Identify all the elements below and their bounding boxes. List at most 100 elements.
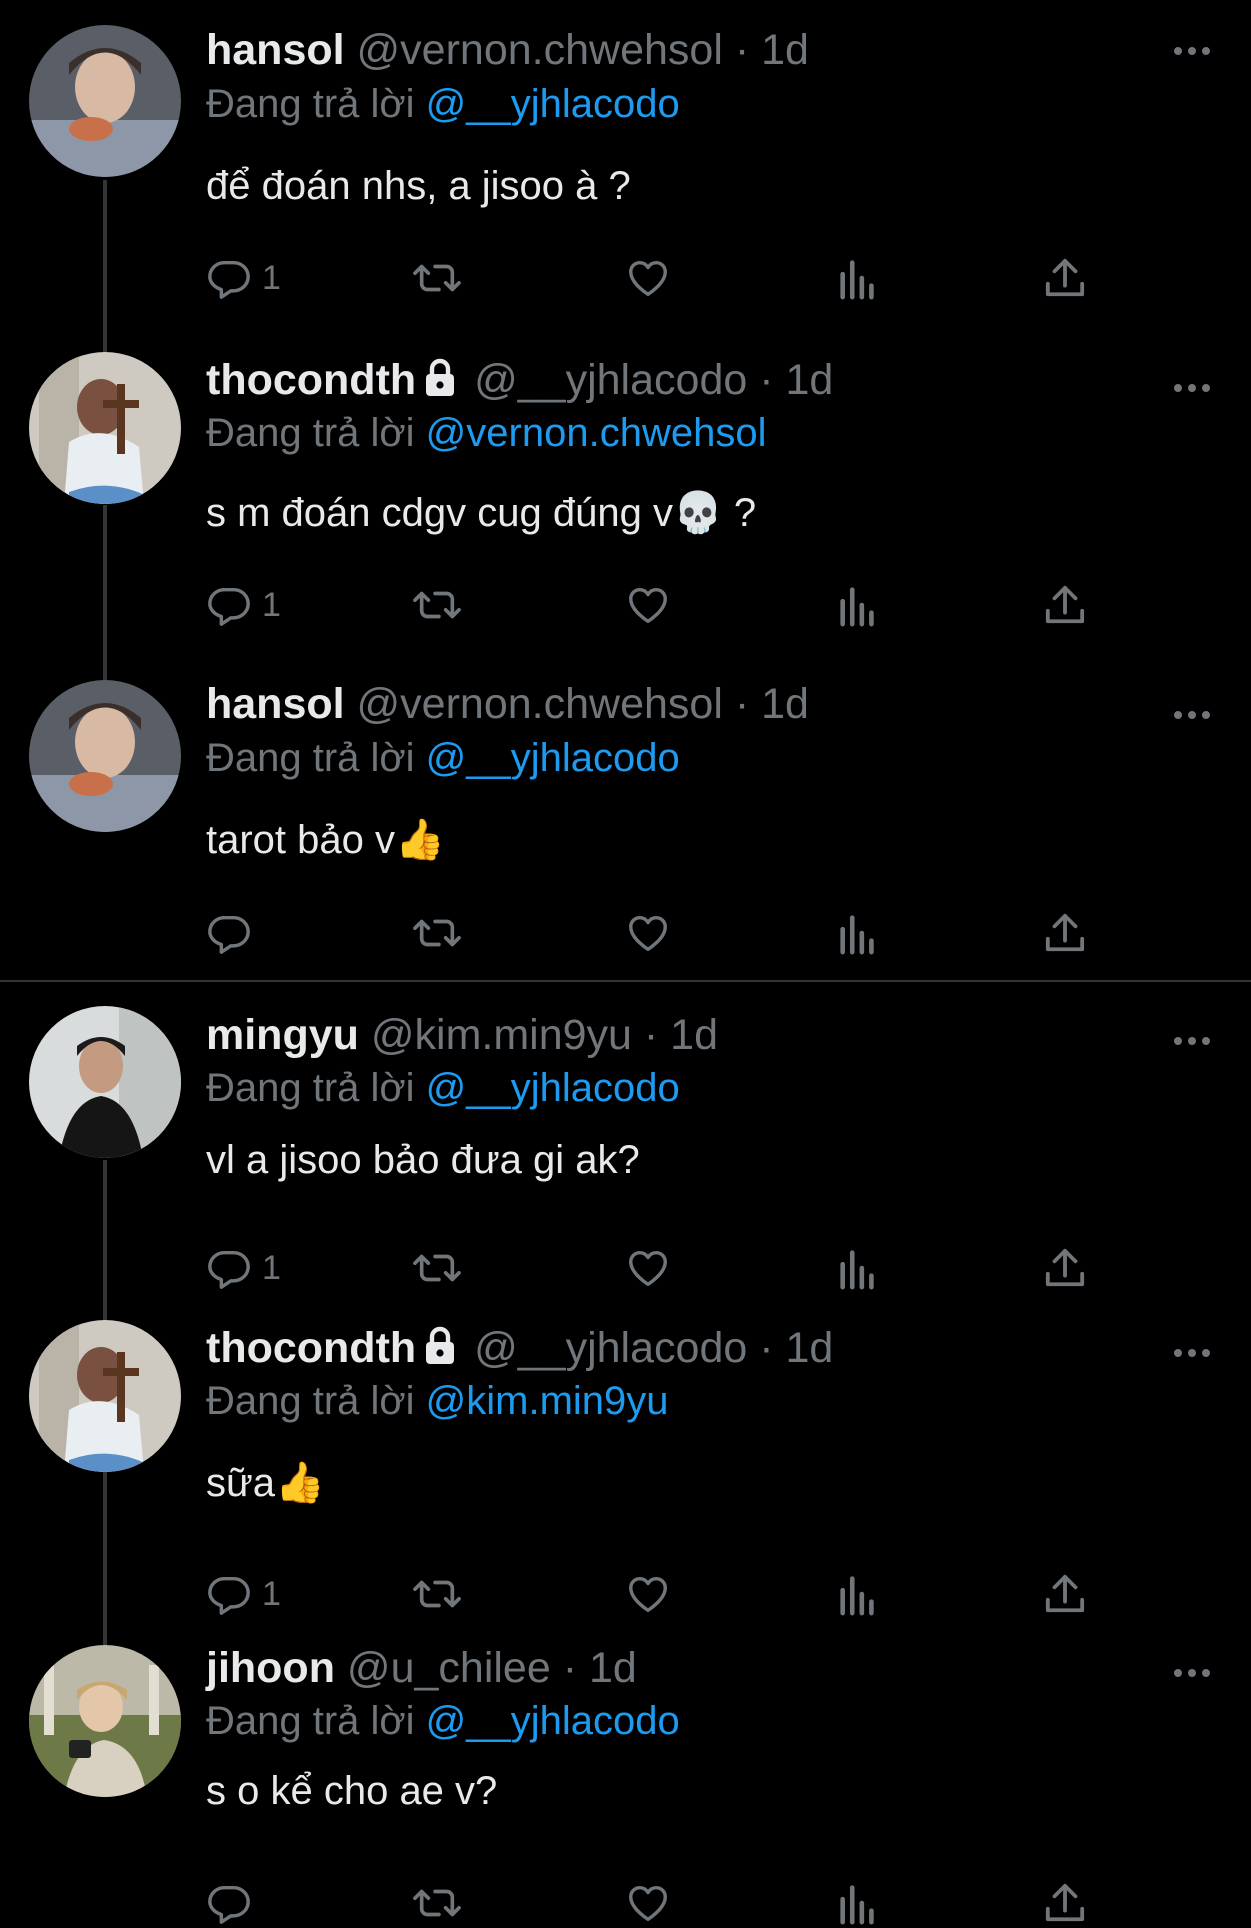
avatar-image [29, 352, 181, 504]
tweet[interactable]: hansol @vernon.chwehsol · 1d Đang trả lờ… [0, 0, 1251, 350]
reply-icon [208, 1250, 250, 1289]
mention-link[interactable]: @__yjhlacodo [426, 1066, 680, 1110]
mention-link[interactable]: @__yjhlacodo [426, 82, 680, 126]
tweet[interactable]: thocondth @__yjhlacodo · 1d Đang trả lời… [0, 1310, 1251, 1640]
views-button[interactable] [838, 908, 878, 958]
tweet-text: vl a jisoo bảo đưa gi ak? [206, 1138, 640, 1182]
display-name[interactable]: thocondth [206, 1324, 416, 1372]
retweet-icon [413, 591, 461, 619]
share-icon [1045, 913, 1085, 952]
like-button[interactable] [624, 1569, 672, 1619]
more-icon[interactable] [1172, 378, 1212, 398]
share-button[interactable] [1044, 1243, 1086, 1293]
username[interactable]: @vernon.chwehsol [357, 26, 723, 74]
display-name[interactable]: jihoon [206, 1644, 335, 1692]
like-button[interactable] [624, 253, 672, 303]
reply-icon [208, 1885, 250, 1924]
tweet[interactable]: jihoon @u_chilee · 1d Đang trả lời @__yj… [0, 1640, 1251, 1925]
mention-link[interactable]: @__yjhlacodo [426, 1699, 680, 1743]
display-name[interactable]: hansol [206, 26, 345, 74]
more-icon[interactable] [1172, 41, 1212, 61]
reply-button[interactable]: 1 [206, 580, 281, 630]
replying-to-label: Đang trả lời [206, 82, 415, 126]
avatar[interactable] [29, 1645, 181, 1797]
username[interactable]: @__yjhlacodo [474, 356, 747, 404]
retweet-button[interactable] [412, 908, 462, 958]
avatar[interactable] [29, 25, 181, 177]
share-button[interactable] [1044, 908, 1086, 958]
avatar-image [29, 1645, 181, 1797]
timestamp[interactable]: · 1d [644, 1011, 718, 1059]
tweet-header: jihoon @u_chilee · 1d [206, 1642, 637, 1694]
views-icon [840, 1576, 874, 1616]
tweet-text: s m đoán cdgv cug đúng v💀 ? [206, 491, 757, 535]
reply-count: 1 [262, 1248, 281, 1287]
mention-link[interactable]: @__yjhlacodo [426, 736, 680, 780]
share-button[interactable] [1044, 253, 1086, 303]
more-icon[interactable] [1172, 705, 1212, 725]
views-button[interactable] [838, 580, 878, 630]
avatar[interactable] [29, 1320, 181, 1472]
mention-link[interactable]: @kim.min9yu [426, 1379, 669, 1423]
username[interactable]: @u_chilee [347, 1644, 551, 1692]
like-button[interactable] [624, 580, 672, 630]
display-name[interactable]: thocondth [206, 356, 416, 404]
username[interactable]: @kim.min9yu [371, 1011, 632, 1059]
reply-count: 1 [262, 585, 281, 624]
display-name[interactable]: mingyu [206, 1011, 359, 1059]
retweet-button[interactable] [412, 1243, 462, 1293]
mention-link[interactable]: @vernon.chwehsol [426, 411, 767, 455]
retweet-button[interactable] [412, 1878, 462, 1928]
reply-button[interactable] [206, 908, 262, 958]
views-button[interactable] [838, 253, 878, 303]
share-button[interactable] [1044, 1569, 1086, 1619]
username[interactable]: @__yjhlacodo [474, 1324, 747, 1372]
reply-button[interactable] [206, 1878, 262, 1928]
thread-line [103, 660, 107, 680]
retweet-button[interactable] [412, 580, 462, 630]
heart-icon [629, 1885, 667, 1922]
timestamp[interactable]: · 1d [759, 1324, 833, 1372]
display-name[interactable]: hansol [206, 680, 345, 728]
retweet-icon [413, 1254, 461, 1282]
heart-icon [629, 587, 667, 624]
username[interactable]: @vernon.chwehsol [357, 680, 723, 728]
timestamp[interactable]: · 1d [735, 26, 809, 74]
action-bar [206, 908, 1106, 958]
tweet-text: để đoán nhs, a jisoo à ? [206, 164, 631, 208]
views-button[interactable] [838, 1243, 878, 1293]
like-button[interactable] [624, 1878, 672, 1928]
timestamp[interactable]: · 1d [563, 1644, 637, 1692]
views-button[interactable] [838, 1878, 878, 1928]
reply-button[interactable]: 1 [206, 253, 281, 303]
tweet[interactable]: mingyu @kim.min9yu · 1d Đang trả lời @__… [0, 982, 1251, 1310]
more-icon[interactable] [1172, 1343, 1212, 1363]
share-button[interactable] [1044, 580, 1086, 630]
avatar-image [29, 25, 181, 177]
thread-line [103, 1160, 107, 1310]
retweet-icon [413, 1580, 461, 1608]
timestamp[interactable]: · 1d [759, 356, 833, 404]
retweet-button[interactable] [412, 253, 462, 303]
tweet-header: mingyu @kim.min9yu · 1d [206, 1009, 718, 1061]
timestamp[interactable]: · 1d [735, 680, 809, 728]
tweet[interactable]: hansol @vernon.chwehsol · 1d Đang trả lờ… [0, 660, 1251, 980]
more-icon[interactable] [1172, 1031, 1212, 1051]
avatar[interactable] [29, 1006, 181, 1158]
reply-button[interactable]: 1 [206, 1243, 281, 1293]
retweet-icon [413, 264, 461, 292]
share-button[interactable] [1044, 1878, 1086, 1928]
tweet[interactable]: thocondth @__yjhlacodo · 1d Đang trả lời… [0, 330, 1251, 680]
views-icon [840, 1250, 874, 1290]
reply-icon [208, 587, 250, 626]
replying-to: Đang trả lời @kim.min9yu [206, 1376, 669, 1426]
reply-button[interactable]: 1 [206, 1569, 281, 1619]
more-icon[interactable] [1172, 1663, 1212, 1683]
views-button[interactable] [838, 1569, 878, 1619]
avatar[interactable] [29, 352, 181, 504]
tweet-header: hansol @vernon.chwehsol · 1d [206, 24, 809, 76]
retweet-button[interactable] [412, 1569, 462, 1619]
avatar[interactable] [29, 680, 181, 832]
like-button[interactable] [624, 1243, 672, 1293]
like-button[interactable] [624, 908, 672, 958]
